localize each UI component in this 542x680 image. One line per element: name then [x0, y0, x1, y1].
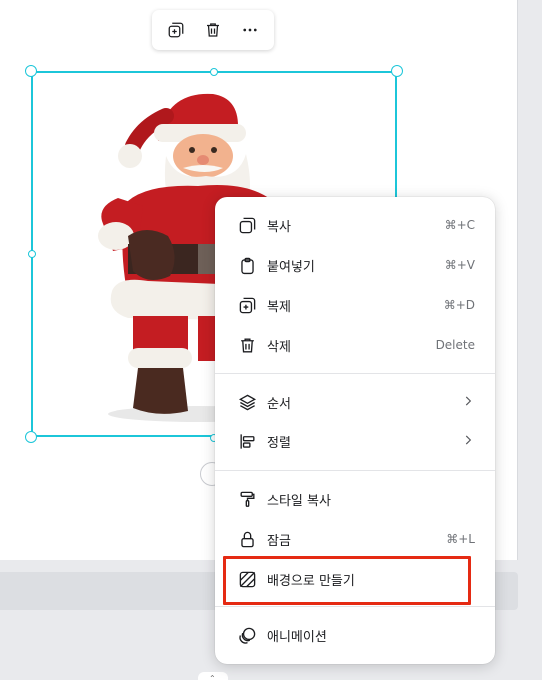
menu-item-delete[interactable]: 삭제 Delete	[215, 325, 495, 365]
layers-icon	[237, 392, 257, 412]
trash-icon	[237, 335, 257, 355]
duplicate-button[interactable]	[161, 15, 191, 45]
trash-icon	[206, 23, 219, 37]
highlight-box	[223, 556, 471, 605]
menu-item-order[interactable]: 순서	[215, 382, 495, 422]
menu-divider	[215, 470, 495, 471]
clipboard-icon	[237, 255, 257, 275]
element-toolbar	[152, 10, 274, 50]
lock-icon	[237, 529, 257, 549]
menu-item-label: 잠금	[267, 533, 291, 549]
more-options-button[interactable]	[235, 15, 265, 45]
plus-square-icon	[168, 22, 184, 38]
menu-item-label: 삭제	[267, 339, 291, 355]
menu-item-label: 스타일 복사	[267, 493, 331, 509]
menu-item-label: 순서	[267, 396, 291, 412]
resize-handle-bottom-left[interactable]	[25, 431, 37, 443]
menu-item-copy-style[interactable]: 스타일 복사	[215, 479, 495, 519]
resize-handle-top[interactable]	[210, 68, 218, 76]
resize-handle-top-right[interactable]	[391, 65, 403, 77]
chevron-right-icon	[461, 432, 475, 451]
menu-item-animation[interactable]: 애니메이션	[215, 615, 495, 655]
menu-item-shortcut: ⌘+C	[444, 218, 475, 232]
page-toggle-tab[interactable]: ⌃	[198, 672, 228, 680]
menu-item-label: 애니메이션	[267, 629, 327, 645]
more-horizontal-icon	[243, 28, 257, 32]
menu-item-shortcut: ⌘+L	[446, 532, 475, 546]
delete-button[interactable]	[198, 15, 228, 45]
menu-item-copy[interactable]: 복사 ⌘+C	[215, 205, 495, 245]
copy-icon	[237, 215, 257, 235]
menu-item-shortcut: Delete	[435, 338, 475, 352]
menu-item-paste[interactable]: 붙여넣기 ⌘+V	[215, 245, 495, 285]
menu-item-label: 붙여넣기	[267, 259, 315, 275]
menu-item-shortcut: ⌘+V	[444, 258, 475, 272]
menu-divider	[215, 606, 495, 607]
resize-handle-left[interactable]	[28, 250, 36, 258]
menu-divider	[215, 373, 495, 374]
menu-item-lock[interactable]: 잠금 ⌘+L	[215, 519, 495, 559]
chevron-right-icon	[461, 393, 475, 412]
duplicate-icon	[237, 295, 257, 315]
menu-item-align[interactable]: 정렬	[215, 421, 495, 461]
menu-item-shortcut: ⌘+D	[443, 298, 475, 312]
resize-handle-top-left[interactable]	[25, 65, 37, 77]
align-icon	[237, 431, 257, 451]
chevron-up-icon: ⌃	[209, 674, 216, 680]
menu-item-label: 복사	[267, 219, 291, 235]
menu-item-duplicate[interactable]: 복제 ⌘+D	[215, 285, 495, 325]
paint-roller-icon	[237, 489, 257, 509]
menu-item-label: 정렬	[267, 435, 291, 451]
menu-item-label: 복제	[267, 299, 291, 315]
canvas-gutter	[519, 0, 542, 560]
animation-icon	[237, 625, 257, 645]
